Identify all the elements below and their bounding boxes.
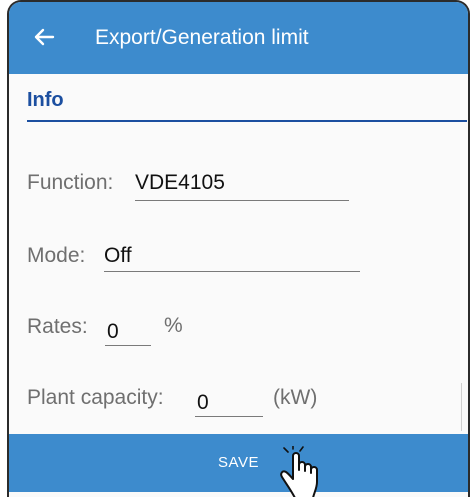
mode-select[interactable]: Off (104, 244, 132, 268)
mode-underline (104, 271, 360, 272)
plant-capacity-input[interactable]: 0 (197, 391, 209, 415)
scroll-indicator[interactable] (461, 383, 462, 431)
arrow-left-icon[interactable] (33, 26, 55, 48)
function-underline (135, 200, 349, 201)
hand-pointer-icon (280, 446, 318, 497)
bottom-strip (9, 492, 468, 497)
function-value[interactable]: VDE4105 (135, 171, 225, 195)
mode-label: Mode: (27, 244, 86, 267)
section-title: Info (27, 89, 64, 111)
app-bar: Export/Generation limit (9, 2, 468, 74)
page-title: Export/Generation limit (95, 26, 309, 49)
rates-unit: % (164, 314, 183, 337)
plant-capacity-label: Plant capacity: (27, 386, 164, 409)
rates-underline (105, 345, 151, 346)
phone-frame: Export/Generation limit Info Function: V… (7, 0, 470, 497)
rates-label: Rates: (27, 315, 88, 338)
plant-capacity-underline (195, 416, 263, 417)
plant-capacity-unit: (kW) (273, 386, 318, 409)
rates-input[interactable]: 0 (107, 320, 119, 344)
function-label: Function: (27, 171, 114, 194)
save-button[interactable]: SAVE (9, 434, 468, 492)
section-divider (27, 120, 467, 122)
